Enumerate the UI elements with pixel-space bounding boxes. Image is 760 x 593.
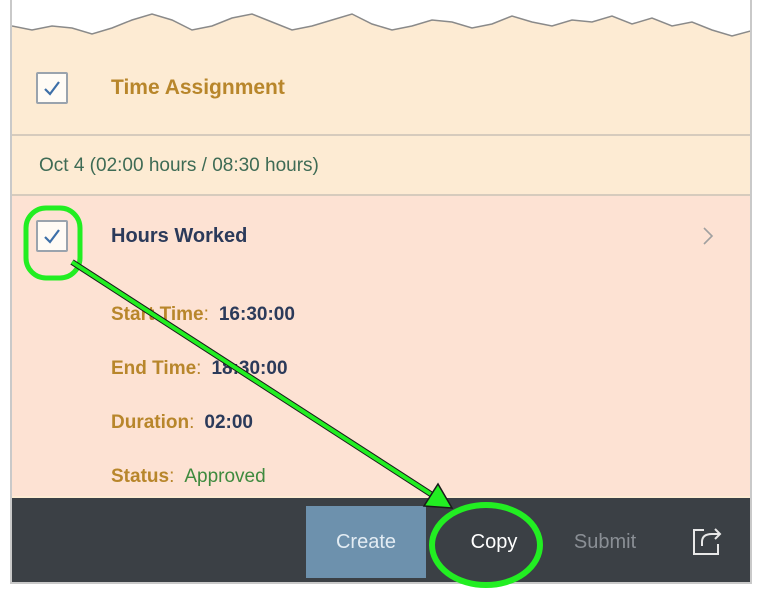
group-select-checkbox[interactable]: [36, 72, 68, 104]
field-colon: :: [169, 466, 175, 487]
group-title: Time Assignment: [111, 76, 285, 99]
checkmark-icon: [44, 229, 60, 244]
checkmark-icon: [44, 81, 60, 96]
end-time-field: End Time: 18:30:00: [111, 358, 288, 380]
group-header-row[interactable]: Time Assignment: [12, 50, 750, 136]
field-value: 16:30:00: [218, 304, 295, 325]
create-button[interactable]: Create: [306, 506, 426, 578]
footer-toolbar: Create Copy Submit: [12, 498, 750, 582]
start-time-field: Start Time: 16:30:00: [111, 304, 295, 326]
field-value: 18:30:00: [211, 358, 288, 379]
field-label: Start Time: [111, 304, 204, 325]
status-field: Status: Approved: [111, 466, 266, 488]
field-label: End Time: [111, 358, 197, 379]
chevron-right-icon[interactable]: [702, 226, 714, 252]
list-item[interactable]: Hours Worked Start Time: 16:30:00 End Tim…: [12, 196, 750, 496]
field-label: Status: [111, 466, 170, 487]
field-value: 02:00: [204, 412, 253, 433]
time-entry-panel: Time Assignment Oct 4 (02:00 hours / 08:…: [10, 0, 752, 584]
duration-field: Duration: 02:00: [111, 412, 253, 434]
share-icon[interactable]: [690, 524, 724, 558]
day-header-text: Oct 4 (02:00 hours / 08:30 hours): [39, 155, 319, 176]
field-label: Duration: [111, 412, 190, 433]
submit-button[interactable]: Submit: [560, 506, 650, 578]
item-select-checkbox[interactable]: [36, 220, 68, 252]
status-badge: Approved: [184, 466, 266, 487]
copy-button[interactable]: Copy: [444, 506, 544, 578]
torn-edge-decoration: [12, 0, 750, 37]
day-header-row: Oct 4 (02:00 hours / 08:30 hours): [12, 136, 750, 196]
item-title: Hours Worked: [111, 225, 248, 247]
field-colon: :: [189, 412, 195, 433]
field-colon: :: [203, 304, 209, 325]
field-colon: :: [196, 358, 202, 379]
